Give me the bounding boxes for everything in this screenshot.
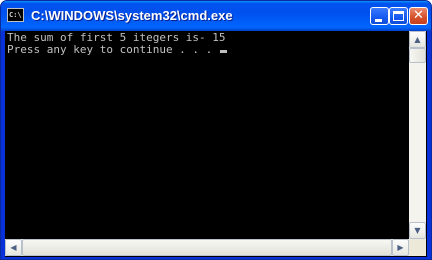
vertical-scroll-thumb[interactable]	[409, 48, 426, 63]
scroll-right-button[interactable]: ▶	[392, 239, 409, 256]
cmd-app-icon[interactable]: C:\	[7, 8, 24, 22]
scroll-down-button[interactable]: ▼	[409, 222, 426, 239]
close-button[interactable]: ✕	[409, 7, 428, 25]
minimize-icon	[375, 19, 382, 22]
maximize-button[interactable]	[389, 7, 408, 25]
close-icon: ✕	[413, 8, 424, 23]
left-arrow-icon: ◀	[10, 243, 17, 252]
console-line-with-cursor: Press any key to continue . . .	[7, 44, 407, 56]
maximize-icon	[393, 11, 404, 21]
down-arrow-icon: ▼	[414, 226, 421, 235]
right-arrow-icon: ▶	[397, 243, 404, 252]
scrollbar-corner	[409, 239, 426, 256]
console-line: Press any key to continue . . .	[7, 43, 219, 56]
console-output[interactable]: The sum of first 5 itegers is- 15 Press …	[5, 31, 409, 239]
minimize-button[interactable]	[370, 7, 389, 25]
window-title: C:\WINDOWS\system32\cmd.exe	[31, 8, 233, 23]
up-arrow-icon: ▲	[414, 35, 421, 44]
scroll-left-button[interactable]: ◀	[5, 239, 22, 256]
cmd-window: C:\ C:\WINDOWS\system32\cmd.exe ✕ The su…	[0, 0, 432, 260]
text-cursor	[219, 50, 227, 53]
title-bar[interactable]: C:\ C:\WINDOWS\system32\cmd.exe ✕	[1, 1, 431, 31]
horizontal-scroll-thumb[interactable]	[22, 239, 392, 256]
vertical-scrollbar[interactable]: ▲ ▼	[409, 31, 426, 239]
console-client-area: The sum of first 5 itegers is- 15 Press …	[5, 31, 427, 257]
scroll-up-button[interactable]: ▲	[409, 31, 426, 48]
horizontal-scrollbar[interactable]: ◀ ▶	[5, 239, 409, 256]
